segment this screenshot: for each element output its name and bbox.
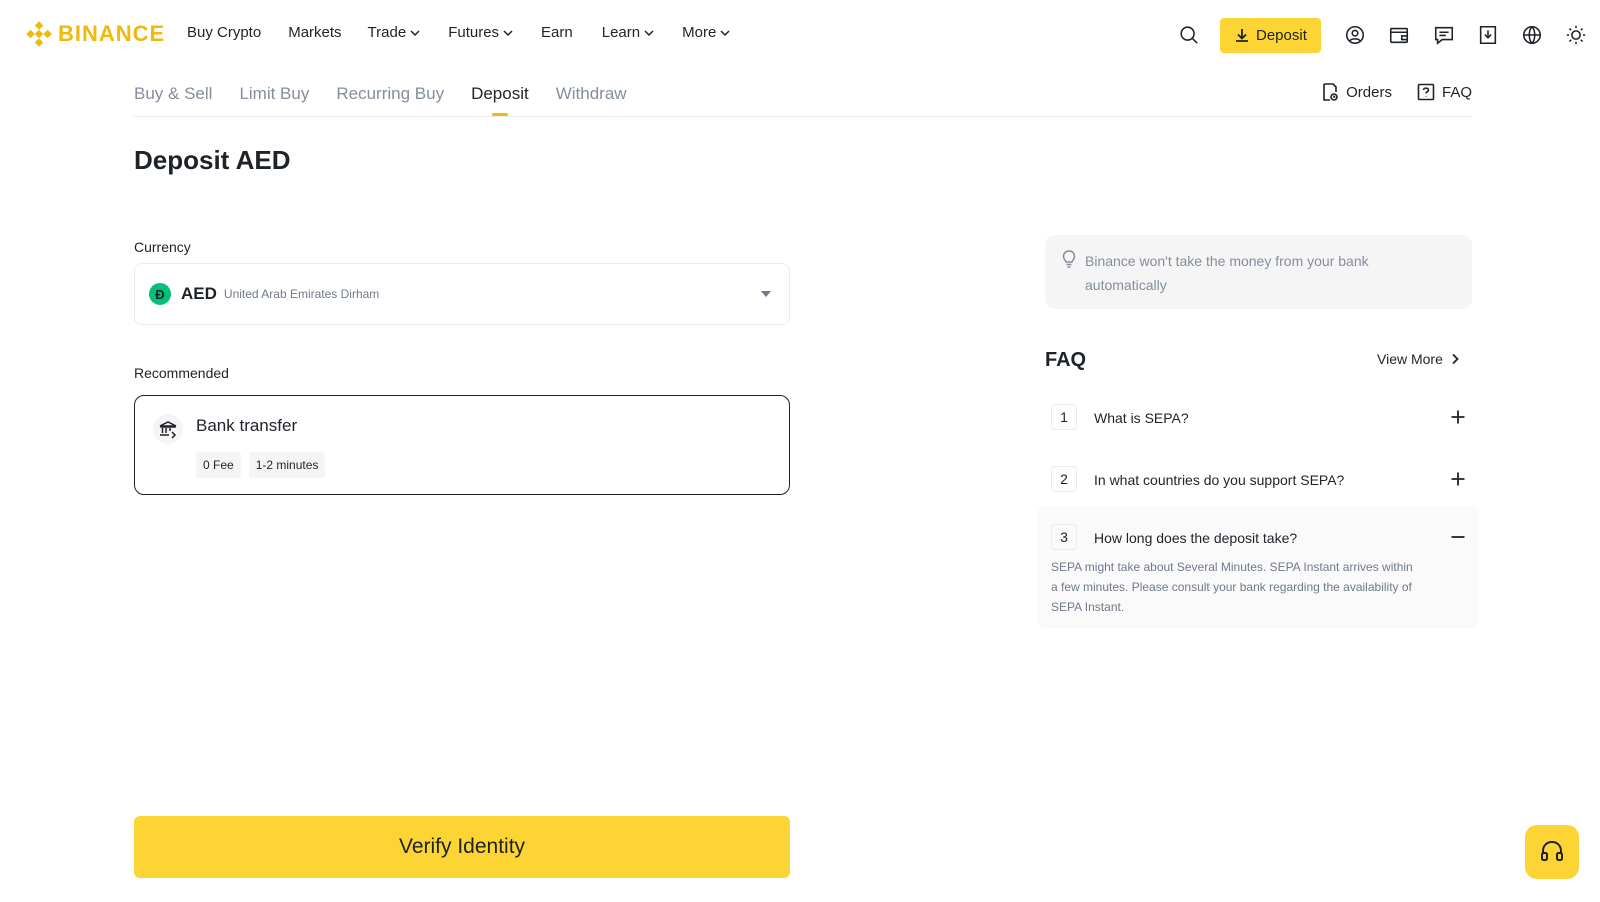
nav-more[interactable]: More: [682, 24, 730, 41]
sub-tabs-bar: Buy & Sell Limit Buy Recurring Buy Depos…: [134, 80, 1472, 117]
app-download-icon: [1479, 25, 1497, 45]
faq-link-label: FAQ: [1441, 83, 1472, 101]
minus-icon[interactable]: [1450, 529, 1466, 545]
tab-buy-sell[interactable]: Buy & Sell: [134, 84, 212, 116]
profile-button[interactable]: [1343, 23, 1367, 47]
time-tag: 1-2 minutes: [248, 452, 326, 478]
tab-label: Buy & Sell: [134, 84, 213, 103]
plus-icon[interactable]: [1450, 471, 1466, 487]
nav-learn[interactable]: Learn: [602, 24, 654, 41]
method-tags: 0 Fee 1-2 minutes: [196, 452, 326, 478]
tab-label: Limit Buy: [239, 84, 310, 103]
chevron-down-icon: [644, 29, 654, 36]
page-title: Deposit AED: [134, 145, 291, 175]
binance-logo-icon: [26, 21, 52, 47]
nav-label: Buy Crypto: [187, 24, 262, 41]
user-icon: [1345, 25, 1365, 45]
faq-number: 1: [1051, 404, 1077, 430]
nav-label: Earn: [541, 24, 573, 41]
faq-item[interactable]: 2 In what countries do you support SEPA?: [1045, 462, 1472, 496]
wallet-icon: [1389, 27, 1409, 44]
aed-coin-icon: Đ: [149, 283, 171, 305]
notice-text: Binance won't take the money from your b…: [1085, 253, 1369, 293]
orders-label: Orders: [1346, 83, 1392, 101]
caret-down-icon: [761, 291, 771, 297]
verify-identity-button[interactable]: Verify Identity: [134, 816, 790, 878]
lightbulb-icon: [1062, 250, 1076, 268]
support-chat-button[interactable]: [1525, 825, 1579, 879]
currency-label: Currency: [134, 239, 191, 255]
currency-code: AED: [181, 284, 217, 303]
recommended-label: Recommended: [134, 365, 229, 381]
nav-futures[interactable]: Futures: [448, 24, 513, 41]
currency-select[interactable]: Đ AED United Arab Emirates Dirham: [134, 263, 790, 325]
info-notice: Binance won't take the money from your b…: [1045, 235, 1472, 309]
faq-question: How long does the deposit take?: [1094, 530, 1298, 546]
nav-markets[interactable]: Markets: [288, 24, 341, 41]
messages-button[interactable]: [1432, 23, 1456, 47]
sub-tabs-actions: Orders FAQ: [1320, 82, 1472, 102]
download-icon: [1236, 29, 1248, 42]
help-icon: [1417, 83, 1435, 101]
globe-icon: [1522, 25, 1542, 45]
wallet-button[interactable]: [1387, 23, 1411, 47]
nav-trade[interactable]: Trade: [368, 24, 421, 41]
chevron-right-icon: [1452, 353, 1459, 365]
brand-name: BINANCE: [58, 21, 166, 46]
faq-question: In what countries do you support SEPA?: [1094, 472, 1345, 488]
nav-buy-crypto[interactable]: Buy Crypto: [187, 24, 261, 41]
nav-label: Trade: [367, 24, 407, 41]
tab-label: Withdraw: [555, 84, 627, 103]
tab-limit-buy[interactable]: Limit Buy: [239, 84, 309, 116]
tab-label: Recurring Buy: [336, 84, 445, 103]
nav-label: Learn: [601, 24, 641, 41]
view-more-label: View More: [1377, 351, 1443, 367]
orders-link[interactable]: Orders: [1320, 82, 1392, 102]
faq-link[interactable]: FAQ: [1416, 82, 1472, 102]
tab-label: Deposit: [471, 84, 529, 103]
top-navbar: BINANCE Buy Crypto Markets Trade Futures…: [0, 0, 1600, 72]
deposit-button-label: Deposit: [1256, 26, 1307, 44]
faq-answer: SEPA might take about Several Minutes. S…: [1051, 560, 1413, 614]
bank-transfer-option[interactable]: Bank transfer 0 Fee 1-2 minutes: [134, 395, 790, 495]
faq-item-expanded[interactable]: 3 How long does the deposit take?: [1045, 520, 1472, 554]
app-download-button[interactable]: [1476, 23, 1500, 47]
currency-name: United Arab Emirates Dirham: [223, 287, 380, 301]
method-title: Bank transfer: [196, 416, 298, 435]
nav-label: Futures: [448, 24, 500, 41]
chevron-down-icon: [503, 29, 513, 36]
search-button[interactable]: [1177, 23, 1201, 47]
faq-title: FAQ: [1045, 349, 1087, 371]
fee-tag: 0 Fee: [196, 452, 241, 478]
bank-icon: [153, 414, 183, 444]
faq-question: What is SEPA?: [1094, 410, 1189, 426]
search-icon: [1180, 26, 1198, 44]
chevron-down-icon: [410, 29, 420, 36]
headset-icon: [1541, 840, 1563, 861]
plus-icon[interactable]: [1450, 409, 1466, 425]
tab-withdraw[interactable]: Withdraw: [556, 84, 627, 116]
chevron-down-icon: [720, 29, 730, 36]
theme-toggle-button[interactable]: [1564, 23, 1588, 47]
orders-icon: [1323, 83, 1338, 101]
view-more-link[interactable]: View More: [1377, 351, 1461, 367]
language-button[interactable]: [1520, 23, 1544, 47]
sun-icon: [1566, 25, 1586, 45]
faq-number: 2: [1051, 466, 1077, 492]
nav-earn[interactable]: Earn: [541, 24, 573, 41]
binance-logo[interactable]: BINANCE: [26, 21, 165, 47]
nav-label: Markets: [288, 24, 342, 41]
deposit-button[interactable]: Deposit: [1220, 17, 1321, 53]
nav-label: More: [682, 24, 717, 41]
tab-deposit[interactable]: Deposit: [471, 84, 529, 116]
faq-item[interactable]: 1 What is SEPA?: [1045, 400, 1472, 434]
faq-number: 3: [1051, 524, 1077, 550]
sub-tabs: Buy & Sell Limit Buy Recurring Buy Depos…: [134, 84, 627, 116]
coin-symbol: Đ: [155, 286, 165, 302]
tab-recurring-buy[interactable]: Recurring Buy: [336, 84, 444, 116]
message-icon: [1434, 26, 1454, 45]
main-menu: Buy Crypto Markets Trade Futures Earn Le…: [187, 24, 730, 41]
